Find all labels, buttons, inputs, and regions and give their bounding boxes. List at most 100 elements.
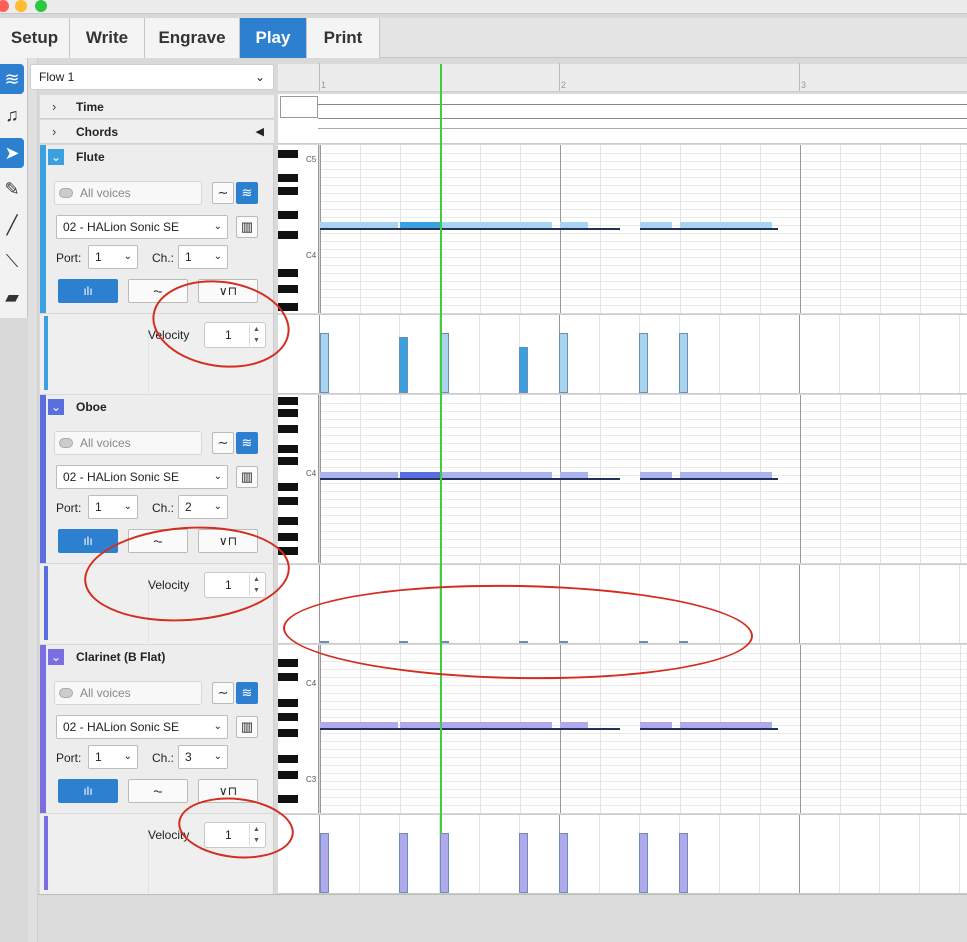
voices-selector[interactable]: All voices [54, 431, 202, 455]
grid-row-line [320, 233, 967, 234]
chords-track-header[interactable]: › Chords ◀ [40, 120, 274, 144]
voices-selector[interactable]: All voices [54, 681, 202, 705]
line-tool-icon[interactable]: ⟍ [0, 246, 24, 276]
device-select[interactable]: 02 - HALion Sonic SE ⌄ [56, 465, 228, 489]
channel-select[interactable]: 3 ⌄ [178, 745, 228, 769]
velocity-bar[interactable] [399, 833, 408, 893]
note-duration-line [640, 728, 778, 730]
minimize-window-button[interactable] [15, 0, 27, 12]
port-select[interactable]: 1 ⌄ [88, 495, 138, 519]
keyboard-icon[interactable]: ▥ [236, 466, 258, 488]
instrument-header[interactable]: ⌄ Oboe [46, 395, 274, 419]
oboe-note-grid[interactable] [320, 395, 967, 563]
clarinet-color-stripe [44, 816, 48, 890]
note-icon[interactable]: ♫ [0, 100, 24, 130]
tab-setup[interactable]: Setup [0, 18, 70, 58]
device-select[interactable]: 02 - HALion Sonic SE ⌄ [56, 715, 228, 739]
voices-toggle[interactable] [59, 188, 73, 198]
velocity-bar[interactable] [679, 833, 688, 893]
channel-value: 2 [185, 500, 192, 514]
note-duration-line [320, 478, 620, 480]
voices-toggle[interactable] [59, 438, 73, 448]
line-icon[interactable]: ╱ [0, 210, 24, 240]
chevron-right-icon[interactable]: › [52, 99, 56, 114]
velocity-bar[interactable] [519, 833, 528, 893]
piano-keyboard[interactable]: C4 [278, 395, 319, 563]
grid-row-line [320, 459, 967, 460]
velocity-bar[interactable] [519, 347, 528, 393]
chevron-down-icon[interactable]: ⌄ [48, 399, 64, 415]
black-key [278, 409, 298, 417]
clarinet-velocity-lane[interactable] [278, 814, 967, 894]
automation-mode-button[interactable]: ⏦ [128, 779, 188, 803]
tab-print[interactable]: Print [307, 18, 380, 58]
curve-icon[interactable]: ∼ [212, 682, 234, 704]
velocity-bar[interactable] [679, 333, 688, 393]
flute-velocity-lane[interactable] [278, 314, 967, 394]
port-select[interactable]: 1 ⌄ [88, 745, 138, 769]
tab-engrave[interactable]: Engrave [145, 18, 240, 58]
channel-select[interactable]: 1 ⌄ [178, 245, 228, 269]
velocity-bars-icon: ılı [83, 534, 93, 548]
flute-note-grid[interactable] [320, 145, 967, 313]
device-select[interactable]: 02 - HALion Sonic SE ⌄ [56, 215, 228, 239]
grid-row-line [320, 305, 967, 306]
zoom-window-button[interactable] [35, 0, 47, 12]
grid-row-line [320, 555, 967, 556]
chevron-down-icon: ⌄ [213, 221, 222, 232]
instrument-header[interactable]: ⌄ Flute [46, 145, 274, 169]
grid-row-line [320, 217, 967, 218]
velocity-bar[interactable] [399, 337, 408, 393]
voices-toggle[interactable] [59, 688, 73, 698]
grid-beat-line [719, 815, 720, 893]
multi-curve-icon[interactable]: ≋ [236, 432, 258, 454]
grid-row-line [320, 201, 967, 202]
empty-area [38, 894, 967, 942]
velocity-bar[interactable] [559, 333, 568, 393]
eraser-icon[interactable]: ▰ [0, 282, 24, 312]
grid-row-line [320, 483, 967, 484]
curve-icon[interactable]: ∼ [212, 182, 234, 204]
global-tracks-lane[interactable] [278, 94, 967, 144]
close-window-button[interactable] [0, 0, 9, 12]
velocity-bar[interactable] [320, 833, 329, 893]
timeline-ruler[interactable]: 1 2 3 [278, 63, 967, 92]
velocity-bar[interactable] [440, 833, 449, 893]
velocity-mode-button[interactable]: ılı [58, 279, 118, 303]
speaker-icon[interactable]: ◀ [256, 125, 264, 138]
piano-keyboard[interactable]: C5 C4 [278, 145, 319, 313]
playhead[interactable] [440, 64, 442, 834]
chevron-down-icon[interactable]: ⌄ [48, 649, 64, 665]
chevron-right-icon[interactable]: › [52, 124, 56, 139]
grid-row-line [320, 161, 967, 162]
keyboard-icon[interactable]: ▥ [236, 216, 258, 238]
grid-beat-line [920, 645, 921, 813]
velocity-bar[interactable] [559, 833, 568, 893]
curve-icon[interactable]: ∼ [212, 432, 234, 454]
velocity-bar[interactable] [639, 833, 648, 893]
port-select[interactable]: 1 ⌄ [88, 245, 138, 269]
voices-selector[interactable]: All voices [54, 181, 202, 205]
tab-write[interactable]: Write [70, 18, 145, 58]
waveform-icon[interactable]: ≋ [0, 64, 24, 94]
channel-select[interactable]: 2 ⌄ [178, 495, 228, 519]
keyboard-icon[interactable]: ▥ [236, 716, 258, 738]
voices-label: All voices [80, 186, 131, 200]
tab-play[interactable]: Play [240, 18, 307, 58]
velocity-bar[interactable] [320, 333, 329, 393]
multi-curve-icon[interactable]: ≋ [236, 682, 258, 704]
multi-curve-icon[interactable]: ≋ [236, 182, 258, 204]
instrument-header[interactable]: ⌄ Clarinet (B Flat) [46, 645, 274, 669]
mode-tabs: Setup Write Engrave Play Print [0, 18, 967, 58]
grid-beat-line [759, 815, 760, 893]
piano-keyboard[interactable]: C4 C3 [278, 645, 319, 813]
pointer-icon[interactable]: ➤ [0, 138, 24, 168]
key-label: C5 [306, 155, 317, 164]
flow-selector[interactable]: Flow 1 ⌄ [30, 64, 274, 90]
time-track-header[interactable]: › Time [40, 95, 274, 119]
pencil-icon[interactable]: ✎ [0, 174, 24, 204]
velocity-mode-button[interactable]: ılı [58, 779, 118, 803]
velocity-bar[interactable] [639, 333, 648, 393]
black-key [278, 150, 298, 158]
chevron-down-icon[interactable]: ⌄ [48, 149, 64, 165]
